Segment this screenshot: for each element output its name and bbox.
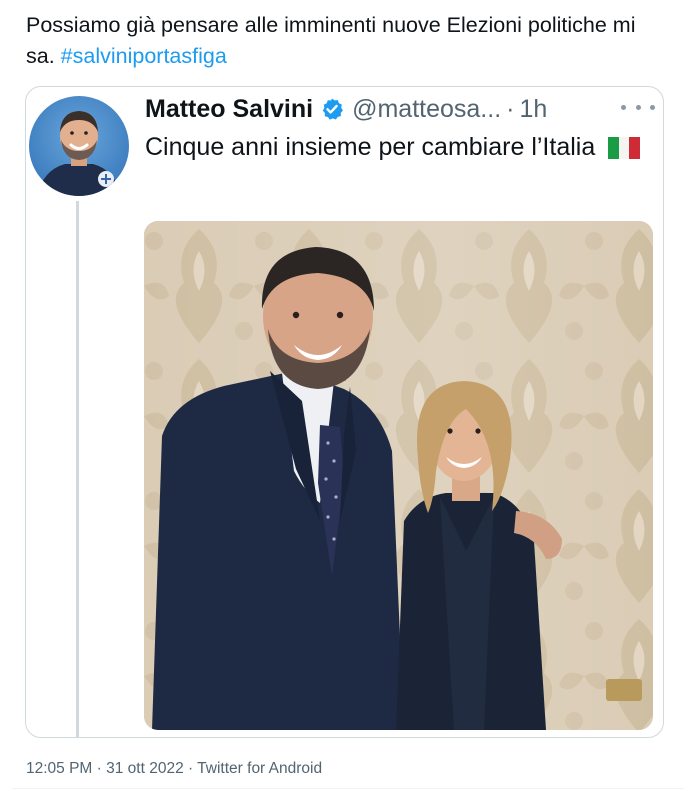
author-name[interactable]: Matteo Salvini (145, 95, 313, 124)
avatar-image (37, 111, 121, 196)
photo-image (144, 221, 653, 730)
divider (12, 788, 684, 789)
quoted-tweet-header: Matteo Salvini @matteosa... · 1h (145, 91, 655, 127)
italy-flag-icon (608, 137, 641, 159)
more-options-icon[interactable] (621, 97, 655, 117)
verified-badge-icon (322, 98, 343, 120)
thread-line (76, 201, 79, 737)
tweet-text: Possiamo già pensare alle imminenti nuov… (26, 10, 666, 72)
quoted-tweet-card[interactable]: Matteo Salvini @matteosa... · 1h Cinque … (25, 86, 664, 738)
quoted-tweet-body: Cinque anni insieme per cambiare l’Itali… (145, 133, 596, 161)
author-handle[interactable]: @matteosa... (352, 95, 501, 124)
tweet-time[interactable]: 1h (519, 95, 547, 124)
avatar[interactable] (29, 96, 129, 196)
hashtag-link[interactable]: #salviniportasfiga (61, 44, 227, 68)
tweet-timestamp[interactable]: 12:05 PM · 31 ott 2022 · Twitter for And… (26, 760, 322, 777)
tweet-photo[interactable] (144, 221, 653, 730)
quoted-tweet-text: Cinque anni insieme per cambiare l’Itali… (145, 129, 645, 166)
separator-dot: · (506, 94, 515, 123)
tweet-meta: 12:05 PM · 31 ott 2022 · Twitter for And… (26, 760, 322, 778)
